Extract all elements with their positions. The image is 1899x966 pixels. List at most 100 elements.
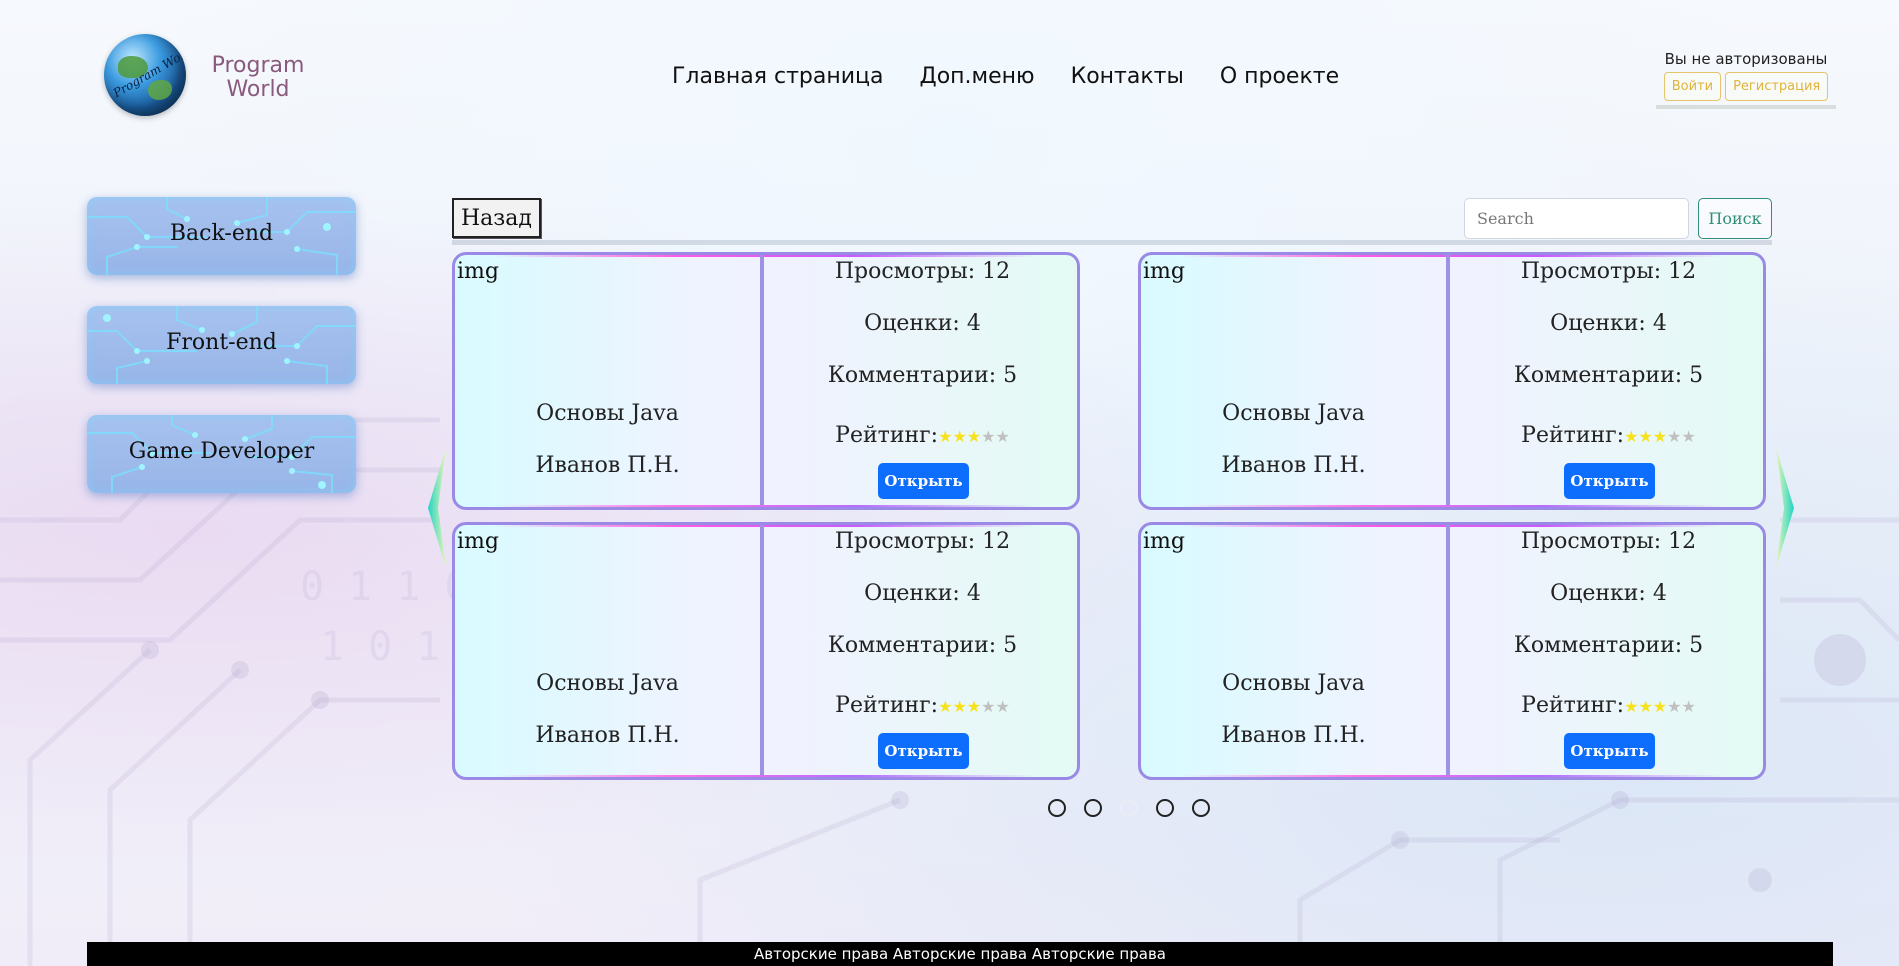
card-stats: Просмотры: 12 Оценки: 4 Комментарии: 5 Р… [1454,525,1763,777]
star-empty-icon: ★ [995,697,1010,716]
star-empty-icon: ★ [1667,427,1682,446]
card-image-placeholder: img [1143,529,1185,554]
card-stats: Просмотры: 12 Оценки: 4 Комментарии: 5 Р… [1454,255,1763,507]
sidebar-item-label: Back-end [169,221,274,246]
course-card: img Основы Java Иванов П.Н. Просмотры: 1… [1138,522,1766,780]
card-title: Основы Java [1222,401,1365,426]
carousel-dot-active[interactable] [1120,799,1138,817]
star-filled-icon: ★ [1638,697,1653,716]
brand-line: Program [211,53,305,78]
rating-stars-icon: ★★★★★ [938,697,1010,716]
star-filled-icon: ★ [952,697,967,716]
sidebar-item-label: Front-end [166,330,277,355]
rating-label: Рейтинг: [1521,693,1625,718]
nav-home[interactable]: Главная страница [672,64,884,89]
rating-label: Рейтинг: [835,693,939,718]
nav-about[interactable]: О проекте [1220,64,1339,89]
star-empty-icon: ★ [981,427,996,446]
star-filled-icon: ★ [966,697,982,716]
chevron-right-icon[interactable] [1772,448,1798,568]
star-filled-icon: ★ [966,427,982,446]
card-title: Основы Java [1222,671,1365,696]
sidebar-item-frontend[interactable]: Front-end [87,306,356,384]
star-empty-icon: ★ [981,697,996,716]
star-empty-icon: ★ [995,427,1010,446]
course-card: img Основы Java Иванов П.Н. Просмотры: 1… [452,252,1080,510]
toolbar-divider [452,240,1772,245]
card-views: Просмотры: 12 [834,529,1011,554]
card-image-placeholder: img [457,529,499,554]
star-filled-icon: ★ [1652,427,1668,446]
logo-globe[interactable]: Program World [104,34,186,116]
star-empty-icon: ★ [1681,427,1696,446]
star-filled-icon: ★ [938,427,953,446]
card-grades: Оценки: 4 [1550,311,1667,336]
card-author: Иванов П.Н. [1221,723,1366,748]
card-image-placeholder: img [1143,259,1185,284]
search-input[interactable] [1464,198,1689,239]
card-rating: Рейтинг:★★★★★ [768,423,1077,448]
main-nav: Главная страница Доп.меню Контакты О про… [672,64,1339,89]
rating-label: Рейтинг: [1521,423,1625,448]
card-comments: Комментарии: 5 [1513,363,1704,388]
open-course-button[interactable]: Открыть [1564,733,1655,769]
carousel-dot[interactable] [1192,799,1210,817]
star-filled-icon: ★ [1624,697,1639,716]
auth-buttons: Войти Регистрация [1656,72,1836,109]
star-empty-icon: ★ [1667,697,1682,716]
register-button[interactable]: Регистрация [1725,72,1829,101]
open-course-button[interactable]: Открыть [878,733,969,769]
card-rating: Рейтинг:★★★★★ [1454,423,1763,448]
card-author: Иванов П.Н. [1221,453,1366,478]
carousel-dot[interactable] [1048,799,1066,817]
login-button[interactable]: Войти [1663,72,1722,101]
rating-label: Рейтинг: [835,423,939,448]
sidebar-item-game-developer[interactable]: Game Developer [87,415,356,493]
sidebar-item-backend[interactable]: Back-end [87,197,356,275]
globe-land [148,80,172,100]
star-filled-icon: ★ [1624,427,1639,446]
card-image-area: img Основы Java Иванов П.Н. [1141,255,1450,507]
card-author: Иванов П.Н. [535,723,680,748]
footer-copyright: Авторские права Авторские права Авторски… [87,942,1833,966]
card-stats: Просмотры: 12 Оценки: 4 Комментарии: 5 Р… [768,255,1077,507]
card-grades: Оценки: 4 [864,581,981,606]
chevron-left-icon[interactable] [424,448,450,568]
auth-panel: Вы не авторизованы Войти Регистрация [1656,50,1836,109]
back-button[interactable]: Назад [452,198,541,238]
nav-extra-menu[interactable]: Доп.меню [920,64,1035,89]
card-stats: Просмотры: 12 Оценки: 4 Комментарии: 5 Р… [768,525,1077,777]
sidebar-item-label: Game Developer [128,439,315,464]
carousel-dot[interactable] [1156,799,1174,817]
open-course-button[interactable]: Открыть [1564,463,1655,499]
card-comments: Комментарии: 5 [1513,633,1704,658]
auth-status: Вы не авторизованы [1664,50,1828,68]
brand-name[interactable]: Program World [208,54,308,102]
star-filled-icon: ★ [952,427,967,446]
course-card: img Основы Java Иванов П.Н. Просмотры: 1… [452,522,1080,780]
nav-contacts[interactable]: Контакты [1071,64,1184,89]
card-image-placeholder: img [457,259,499,284]
card-author: Иванов П.Н. [535,453,680,478]
card-views: Просмотры: 12 [1520,259,1697,284]
card-image-area: img Основы Java Иванов П.Н. [1141,525,1450,777]
card-comments: Комментарии: 5 [827,633,1018,658]
card-rating: Рейтинг:★★★★★ [1454,693,1763,718]
brand-line: World [226,77,290,102]
carousel-dot[interactable] [1084,799,1102,817]
card-rating: Рейтинг:★★★★★ [768,693,1077,718]
open-course-button[interactable]: Открыть [878,463,969,499]
card-image-area: img Основы Java Иванов П.Н. [455,525,764,777]
card-views: Просмотры: 12 [834,259,1011,284]
rating-stars-icon: ★★★★★ [1624,697,1696,716]
card-grades: Оценки: 4 [864,311,981,336]
card-comments: Комментарии: 5 [827,363,1018,388]
rating-stars-icon: ★★★★★ [1624,427,1696,446]
carousel-pagination [1048,799,1210,817]
card-grades: Оценки: 4 [1550,581,1667,606]
card-views: Просмотры: 12 [1520,529,1697,554]
card-image-area: img Основы Java Иванов П.Н. [455,255,764,507]
card-title: Основы Java [536,671,679,696]
card-title: Основы Java [536,401,679,426]
search-button[interactable]: Поиск [1698,198,1772,239]
